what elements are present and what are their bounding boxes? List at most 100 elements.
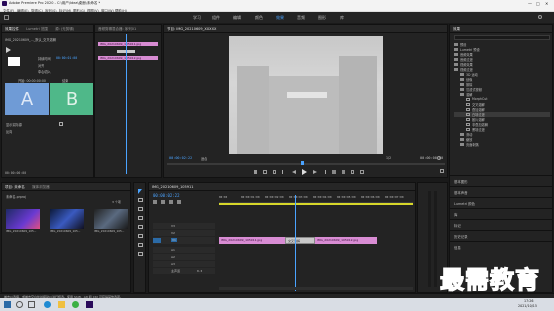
panel-history[interactable]: 历史记录 [450,230,552,241]
add-button-icon[interactable] [440,169,444,173]
effect-controls-timecode: 00:00:00:00 [5,171,27,175]
workspace-color[interactable]: 颜色 [255,15,263,21]
in-point-icon[interactable] [263,170,267,174]
transition-icon [466,113,470,116]
project-item[interactable]: IMG_20210609_105... [94,209,128,237]
workspace-graphics[interactable]: 图形 [318,15,326,21]
tab-media-browser[interactable]: 媒体浏览器 [29,183,53,190]
workspace-audio[interactable]: 音频 [297,15,305,21]
go-to-out-icon[interactable] [323,170,327,174]
search-icon[interactable] [538,15,542,19]
windows-start-icon[interactable] [4,301,11,308]
panel-info[interactable]: 信息 [450,241,552,252]
minimize-button[interactable]: — [528,1,532,6]
tab-timeline-sequence[interactable]: IMG_20210609_105911 [149,183,196,189]
timeline-settings-icon[interactable] [177,200,181,204]
program-scrubber[interactable] [167,163,445,165]
mini-clip-a[interactable]: IMG_20210609_105911.jpg [98,42,158,46]
tab-lumetri-scopes[interactable]: Lumetri 范围 [23,25,51,32]
go-to-in-icon[interactable] [282,170,285,174]
show-actual-sources-checkbox[interactable] [59,122,63,126]
effects-search-field[interactable] [454,35,550,40]
play-icon[interactable] [301,169,307,175]
workspace-assembly[interactable]: 组件 [212,15,220,21]
workspace-effects[interactable]: 效果 [276,15,284,21]
panel-libraries[interactable]: 库 [450,208,552,219]
settings-icon[interactable] [437,156,441,160]
edge-browser-icon[interactable] [44,301,51,308]
workspace-editing[interactable]: 编辑 [233,15,241,21]
workspace-libraries[interactable]: 库 [340,15,344,21]
resolution-dropdown[interactable]: 1/2 [386,156,391,160]
program-playhead[interactable] [301,161,304,165]
mini-clip-b[interactable]: IMG_20210609_105912.jpg [98,56,158,60]
work-area-bar[interactable] [219,203,413,205]
source-patch-v1[interactable] [153,238,161,243]
timeline-timecode[interactable]: 00:00:02:22 [153,193,180,198]
lift-icon[interactable] [332,170,336,174]
mini-playhead[interactable] [126,34,127,174]
maximize-button[interactable]: □ [536,1,540,6]
track-header-a3[interactable]: A3 [153,261,215,267]
razor-tool-icon[interactable] [138,216,143,220]
linked-selection-icon[interactable] [161,200,165,204]
chrome-icon[interactable] [72,301,79,308]
export-frame-icon[interactable] [350,170,355,174]
track-header-a1[interactable]: A1 [153,247,215,253]
selection-tool-icon[interactable] [138,189,142,194]
transport-controls [254,168,364,176]
timeline-ruler[interactable]: 00:00 00:00:01:00 00:00:02:00 00:00:03:0… [219,193,413,203]
panel-markers[interactable]: 标记 [450,219,552,230]
timeline-playhead[interactable] [295,195,296,291]
task-view-icon[interactable] [28,301,35,308]
track-select-tool-icon[interactable] [138,198,143,202]
workspace-learning[interactable]: 学习 [193,15,201,21]
home-icon[interactable] [4,15,9,20]
tab-audio-mixer[interactable]: 音频剪辑混合器: 序列01 [95,25,139,32]
tab-project[interactable]: 项目: 未命名 [2,183,28,190]
master-track-header[interactable]: 主声道 0.0 [153,268,215,274]
hand-tool-icon[interactable] [138,243,143,247]
panel-essential-sound[interactable]: 基本声音 [450,186,552,197]
tab-source[interactable]: 源: (无剪辑) [52,25,77,32]
extract-icon[interactable] [341,170,345,174]
timeline-clip-b[interactable]: IMG_20210609_105912.jpg [315,237,377,244]
slip-tool-icon[interactable] [138,225,143,229]
search-taskbar-icon[interactable] [16,301,23,308]
type-tool-icon[interactable] [138,252,143,256]
play-transition-icon[interactable] [6,47,11,53]
track-header-a2[interactable]: A2 [153,254,215,260]
timeline-scrollbar[interactable] [219,287,413,290]
marker-icon[interactable] [254,170,258,174]
add-marker-icon[interactable] [169,200,173,204]
tab-effects[interactable]: 效果 [450,25,463,32]
master-volume[interactable]: 0.0 [197,269,202,273]
track-header-v3[interactable]: V3 [153,223,215,229]
snap-icon[interactable] [153,200,157,204]
tab-program[interactable]: 节目: IMG_20210609_XXXXX [164,25,219,32]
tab-effect-controls[interactable]: 效果控件 [2,25,22,32]
panel-lumetri-color[interactable]: Lumetri 颜色 [450,197,552,208]
step-forward-icon[interactable] [312,170,317,174]
alignment-dropdown[interactable]: 中心切入 [38,69,51,74]
project-item[interactable]: IMG_20210609_105... [50,209,84,237]
folder-icon [460,83,464,86]
fit-dropdown[interactable]: 适合 [201,156,207,161]
comparison-view-icon[interactable] [360,170,364,174]
panel-essential-graphics[interactable]: 基本图形 [450,175,552,186]
program-timecode[interactable]: 00:00:02:22 [169,156,192,160]
out-point-icon[interactable] [272,170,277,174]
pen-tool-icon[interactable] [138,234,143,238]
tree-item-page-peel[interactable]: 页面剥落 [454,142,550,147]
premiere-taskbar-icon[interactable] [86,301,93,308]
timeline-transition[interactable]: 交叉溶解 [285,237,315,244]
track-header-v2[interactable]: V2 [153,230,215,236]
step-back-icon[interactable] [291,170,296,174]
project-item[interactable]: IMG_20210609_105... [6,209,40,237]
file-explorer-icon[interactable] [58,301,65,308]
track-header-v1[interactable]: V1 [153,237,215,244]
close-button[interactable]: ✕ [545,1,548,6]
ripple-edit-tool-icon[interactable] [138,207,143,211]
app-logo-icon [2,1,7,6]
duration-value[interactable]: 00:00:01:00 [56,56,77,60]
